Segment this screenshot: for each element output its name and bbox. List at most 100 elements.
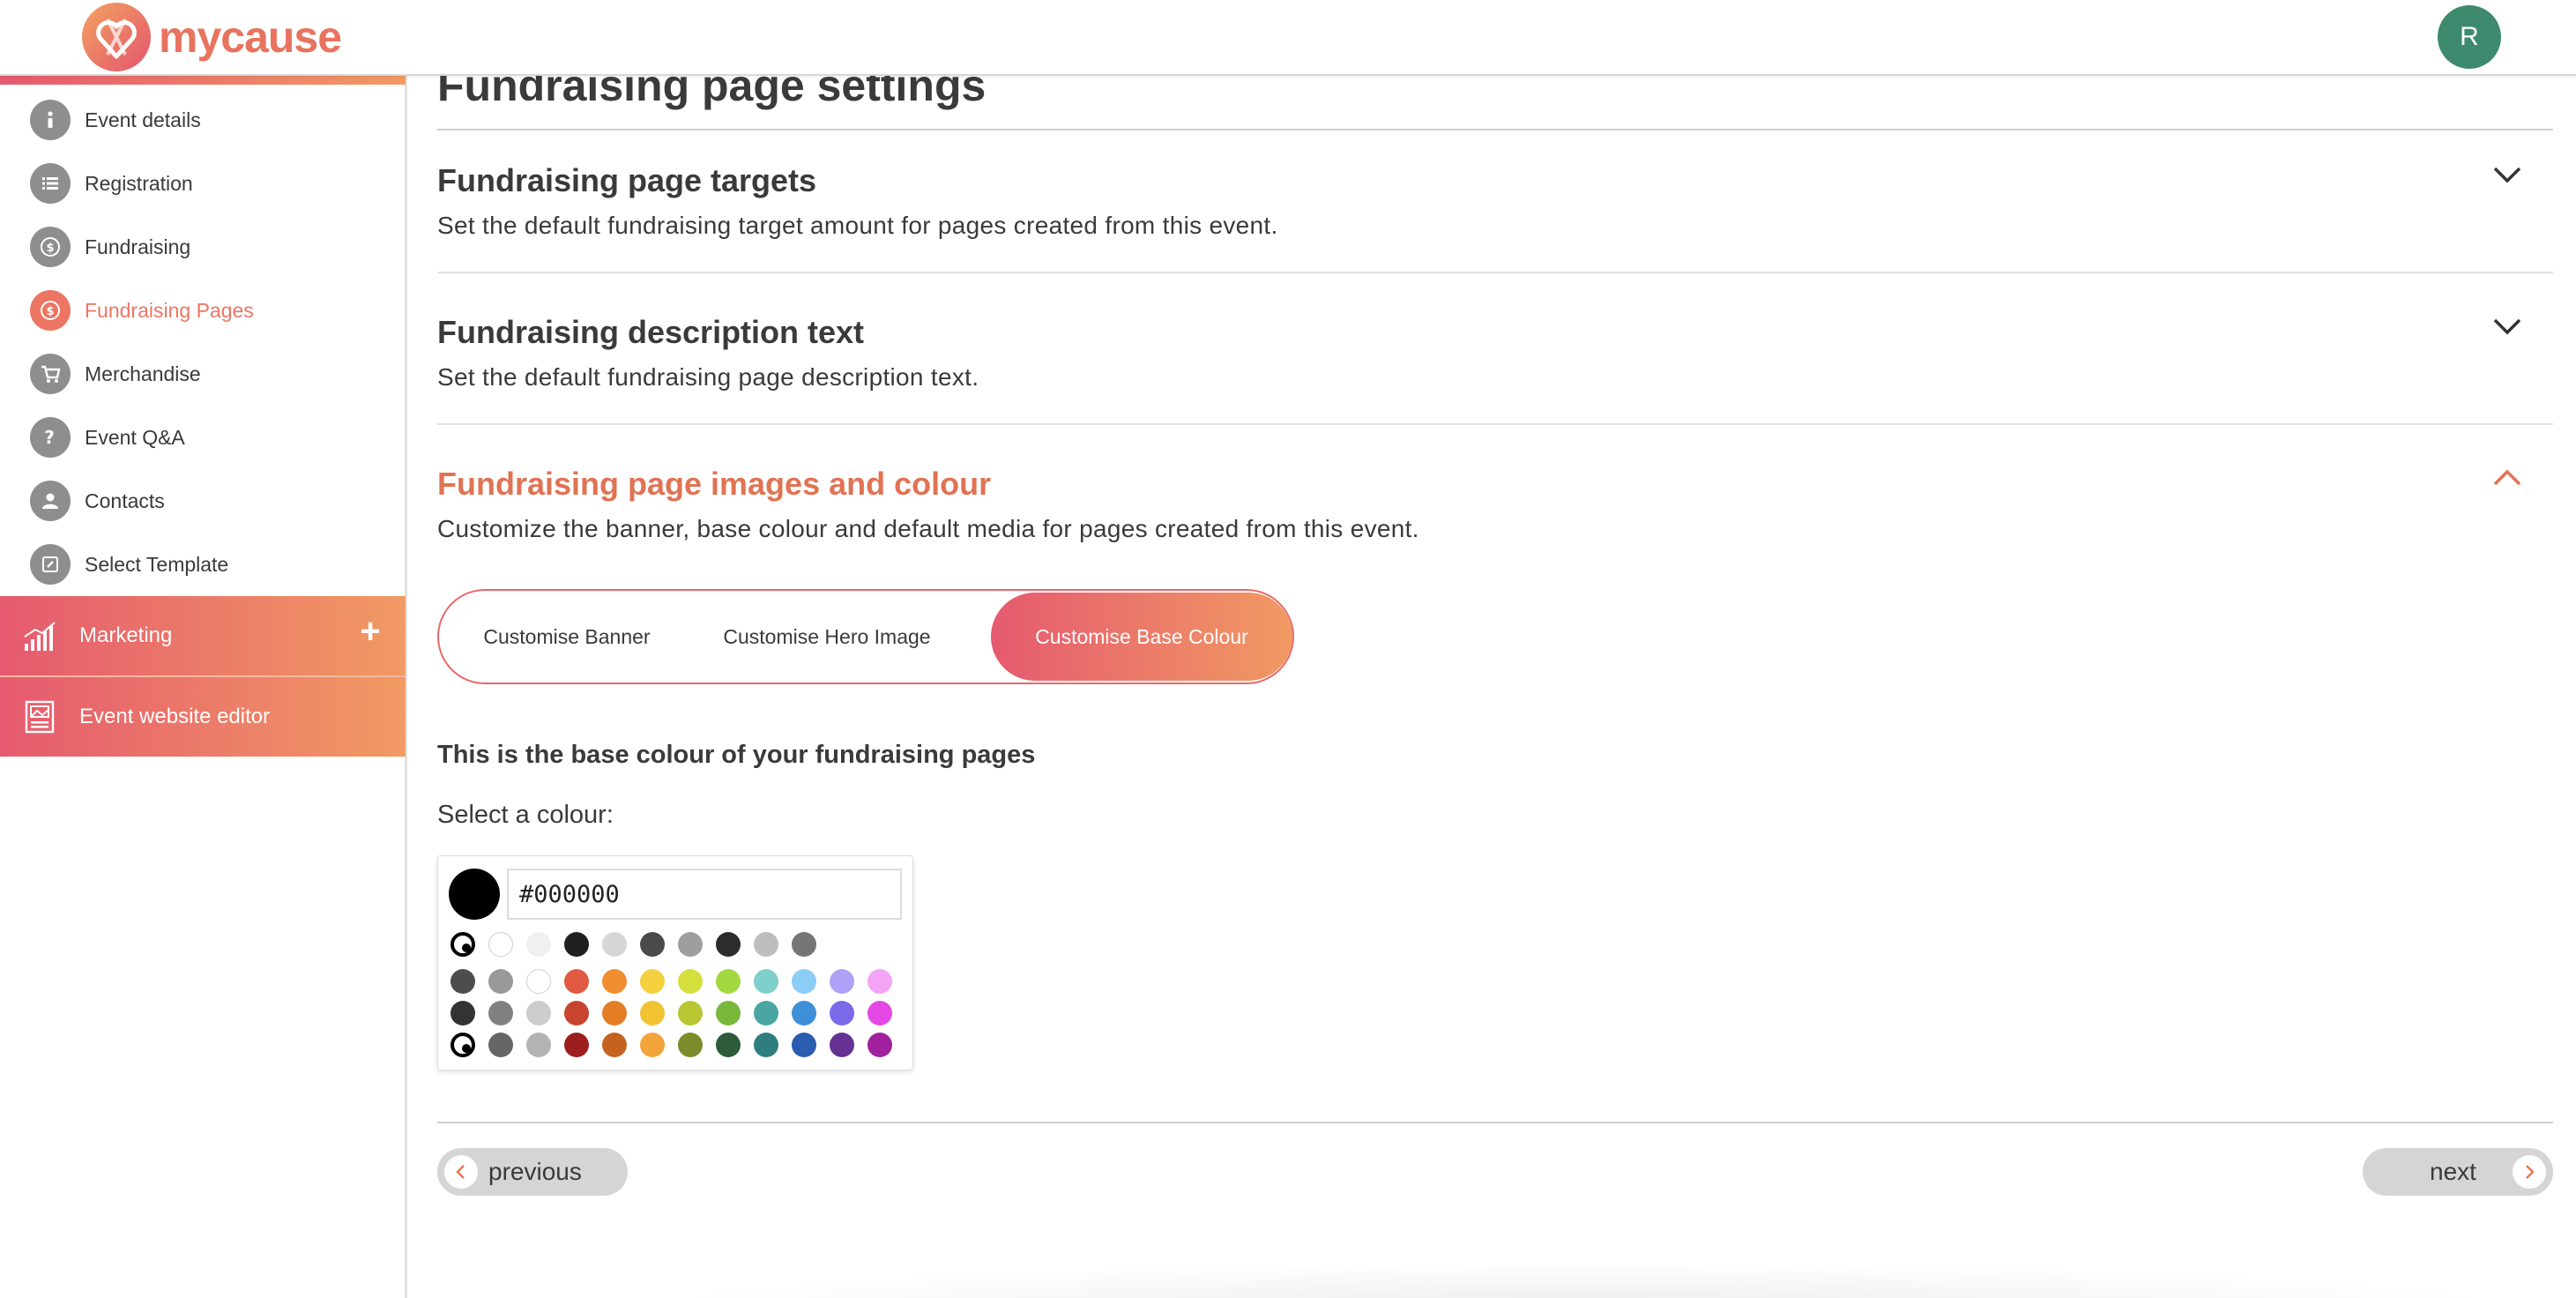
heart-logo-icon [82,3,151,71]
sidebar: Event details Registration $ Fundraising… [0,76,407,1298]
color-swatch[interactable] [526,969,551,994]
color-swatch[interactable] [678,1033,703,1057]
chevron-left-icon [444,1155,478,1189]
dollar-icon: $ [30,227,71,267]
color-swatch[interactable] [526,932,551,957]
color-swatch[interactable] [792,1001,816,1026]
color-swatch[interactable] [564,1001,589,1026]
section-title-targets[interactable]: Fundraising page targets [437,162,816,199]
expand-plus-icon[interactable]: + [353,614,388,649]
color-swatch[interactable] [450,932,475,957]
chart-icon [24,622,56,651]
color-swatch[interactable] [450,1033,475,1057]
color-swatch[interactable] [754,969,778,994]
title-divider [437,129,2553,131]
sidebar-item-fundraising[interactable]: $ Fundraising [0,215,406,279]
color-swatch[interactable] [564,969,589,994]
sidebar-item-label: Registration [85,171,193,195]
color-swatch[interactable] [792,1033,816,1057]
svg-text:$: $ [46,305,54,318]
color-swatch[interactable] [640,932,665,957]
color-swatch[interactable] [716,969,741,994]
section-desc-description: Set the default fundraising page descrip… [437,363,979,391]
color-swatch[interactable] [488,1033,513,1057]
sidebar-item-merchandise[interactable]: Merchandise [0,342,406,406]
next-label: next [2430,1158,2476,1185]
color-swatch[interactable] [678,969,703,994]
chevron-up-icon[interactable] [2490,460,2525,496]
top-header: mycause R [0,0,2576,76]
color-swatch[interactable] [754,1033,778,1057]
section-divider [437,423,2553,425]
color-swatch[interactable] [678,932,703,957]
cart-icon [30,354,71,394]
color-swatch[interactable] [564,932,589,957]
color-swatch[interactable] [488,932,513,957]
sidebar-item-event-qa[interactable]: ? Event Q&A [0,406,406,469]
sidebar-item-contacts[interactable]: Contacts [0,469,406,533]
next-button[interactable]: next [2363,1148,2553,1196]
tab-customise-base-colour[interactable]: Customise Base Colour [991,593,1292,681]
color-swatch[interactable] [792,932,816,957]
color-swatch[interactable] [640,1001,665,1026]
sidebar-item-marketing[interactable]: Marketing + [0,596,406,675]
color-swatch[interactable] [754,1001,778,1026]
color-swatch[interactable] [640,1033,665,1057]
color-swatch[interactable] [526,1033,551,1057]
color-swatch[interactable] [488,969,513,994]
color-swatch[interactable] [602,1001,627,1026]
color-swatch[interactable] [716,932,741,957]
select-colour-label: Select a colour: [437,801,614,829]
question-icon: ? [30,417,71,458]
sidebar-item-event-website-editor[interactable]: Event website editor [0,677,406,757]
color-swatch[interactable] [830,1001,854,1026]
sidebar-item-select-template[interactable]: Select Template [0,533,406,596]
section-title-images-colour[interactable]: Fundraising page images and colour [437,466,991,503]
color-swatch[interactable] [640,969,665,994]
chevron-down-icon[interactable] [2490,157,2525,192]
hex-color-input[interactable] [507,869,902,920]
chevron-down-icon[interactable] [2490,309,2525,344]
website-editor-label: Event website editor [79,705,271,728]
list-icon [30,163,71,204]
edit-icon [30,544,71,585]
tab-customise-banner[interactable]: Customise Banner [439,591,695,683]
sidebar-accent-bar [0,76,406,85]
color-swatch[interactable] [450,1001,475,1026]
color-preview [449,869,500,920]
svg-text:$: $ [46,242,54,255]
tab-customise-hero-image[interactable]: Customise Hero Image [695,591,959,683]
section-divider [437,272,2553,273]
color-swatch[interactable] [488,1001,513,1026]
color-swatch[interactable] [754,932,778,957]
mycause-logo[interactable]: mycause [81,0,342,74]
info-icon [30,100,71,140]
base-colour-heading: This is the base colour of your fundrais… [437,741,1036,769]
svg-text:?: ? [44,427,55,448]
color-swatch[interactable] [830,1033,854,1057]
user-avatar[interactable]: R [2438,5,2501,69]
website-icon [25,700,55,734]
color-swatch[interactable] [716,1001,741,1026]
section-title-description[interactable]: Fundraising description text [437,314,864,351]
previous-button[interactable]: previous [437,1148,628,1196]
color-swatch[interactable] [867,1033,892,1057]
color-swatch[interactable] [830,969,854,994]
color-swatch[interactable] [602,969,627,994]
chevron-right-icon [2513,1155,2546,1189]
color-swatch[interactable] [564,1033,589,1057]
color-swatch[interactable] [602,932,627,957]
color-swatch[interactable] [450,969,475,994]
color-swatch[interactable] [792,969,816,994]
bottom-shadow [614,1261,2553,1298]
color-swatch[interactable] [867,1001,892,1026]
color-swatch[interactable] [678,1001,703,1026]
sidebar-item-event-details[interactable]: Event details [0,88,406,152]
color-swatch[interactable] [526,1001,551,1026]
sidebar-item-registration[interactable]: Registration [0,152,406,215]
sidebar-item-fundraising-pages[interactable]: $ Fundraising Pages [0,279,406,342]
color-swatch[interactable] [867,969,892,994]
brand-name: mycause [159,12,342,62]
color-swatch[interactable] [716,1033,741,1057]
color-swatch[interactable] [602,1033,627,1057]
